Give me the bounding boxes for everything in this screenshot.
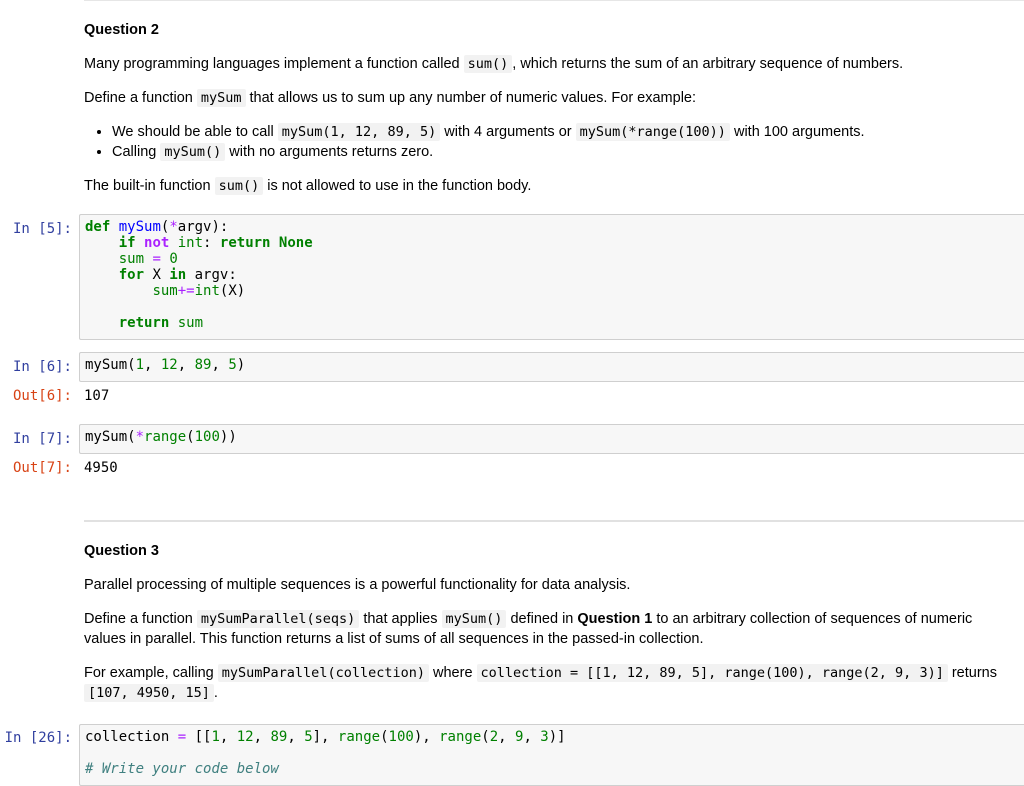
question-3-markdown[interactable]: Question 3 Parallel processing of multip… bbox=[84, 541, 1014, 703]
inline-code: mySum() bbox=[441, 610, 507, 628]
input-prompt: In [5]: bbox=[12, 221, 72, 237]
cell-output: 107 bbox=[84, 388, 110, 404]
question-2-heading: Question 2 bbox=[84, 22, 159, 38]
list-item: We should be able to call mySum(1, 12, 8… bbox=[112, 122, 1014, 142]
inline-code: mySum(1, 12, 89, 5) bbox=[277, 123, 441, 141]
cell-output: 4950 bbox=[84, 460, 118, 476]
question-2-markdown[interactable]: Question 2 Many programming languages im… bbox=[84, 20, 1014, 196]
output-prompt: Out[6]: bbox=[12, 388, 72, 404]
list-item: Calling mySum() with no arguments return… bbox=[112, 142, 1014, 162]
section-divider bbox=[84, 520, 1024, 522]
question-3-heading: Question 3 bbox=[84, 543, 159, 559]
q3-paragraph-1: Parallel processing of multiple sequence… bbox=[84, 577, 631, 593]
inline-code: collection = [[1, 12, 89, 5], range(100)… bbox=[476, 664, 948, 682]
inline-code: mySum(*range(100)) bbox=[575, 123, 730, 141]
output-prompt: Out[7]: bbox=[12, 460, 72, 476]
code-editor[interactable]: mySum(*range(100)) bbox=[80, 425, 1024, 449]
q2-example-list: We should be able to call mySum(1, 12, 8… bbox=[84, 122, 1014, 162]
input-prompt: In [26]: bbox=[4, 730, 72, 746]
q3-paragraph-2: Define a function mySumParallel(seqs) th… bbox=[84, 610, 973, 647]
inline-code: sum() bbox=[463, 55, 513, 73]
q2-paragraph-1: Many programming languages implement a f… bbox=[84, 55, 904, 73]
inline-code: mySum() bbox=[160, 143, 226, 161]
code-cell-6[interactable]: mySum(1, 12, 89, 5) bbox=[79, 352, 1024, 382]
inline-code: [107, 4950, 15] bbox=[84, 684, 214, 702]
bold-reference: Question 1 bbox=[577, 611, 653, 627]
inline-code: mySum bbox=[196, 89, 246, 107]
q3-paragraph-3: For example, calling mySumParallel(colle… bbox=[84, 664, 997, 702]
q2-paragraph-2: Define a function mySum that allows us t… bbox=[84, 89, 697, 107]
top-divider bbox=[84, 0, 1024, 1]
inline-code: sum() bbox=[214, 177, 264, 195]
code-editor[interactable]: def mySum(*argv): if not int: return Non… bbox=[80, 215, 1024, 335]
code-cell-26[interactable]: collection = [[1, 12, 89, 5], range(100)… bbox=[79, 724, 1024, 786]
q2-paragraph-3: The built-in function sum() is not allow… bbox=[84, 177, 532, 195]
code-cell-5[interactable]: def mySum(*argv): if not int: return Non… bbox=[79, 214, 1024, 340]
input-prompt: In [7]: bbox=[12, 431, 72, 447]
code-editor[interactable]: mySum(1, 12, 89, 5) bbox=[80, 353, 1024, 377]
input-prompt: In [6]: bbox=[12, 359, 72, 375]
code-cell-7[interactable]: mySum(*range(100)) bbox=[79, 424, 1024, 454]
inline-code: mySumParallel(collection) bbox=[217, 664, 429, 682]
inline-code: mySumParallel(seqs) bbox=[196, 610, 360, 628]
code-editor[interactable]: collection = [[1, 12, 89, 5], range(100)… bbox=[80, 725, 1024, 781]
